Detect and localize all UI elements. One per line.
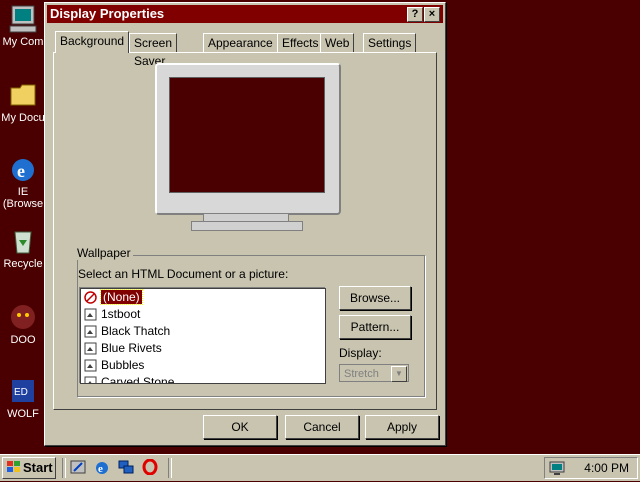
bitmap-file-icon: [84, 325, 97, 338]
tab-screen-saver[interactable]: Screen Saver: [129, 33, 178, 68]
clock[interactable]: 4:00 PM: [584, 458, 629, 478]
desktop-icon-doom[interactable]: DOO: [0, 302, 46, 346]
list-item[interactable]: (None): [81, 289, 325, 306]
display-mode-select[interactable]: Stretch ▼: [339, 364, 409, 382]
system-tray: 4:00 PM: [544, 457, 638, 479]
desktop-icon-label: Recycle: [3, 258, 43, 270]
list-item[interactable]: Bubbles: [81, 357, 325, 374]
monitor-base: [191, 221, 303, 231]
list-item-label: Carved Stone: [101, 375, 175, 384]
desktop-icon-label: My Docu: [1, 112, 45, 124]
internet-explorer-icon: e: [8, 154, 38, 184]
desktop-icon-label-2: (Browse: [2, 198, 44, 210]
list-item[interactable]: Carved Stone: [81, 374, 325, 384]
desktop-icon-ie[interactable]: e IE (Browse: [0, 154, 46, 210]
desktop-icon-my-computer[interactable]: My Com: [0, 4, 46, 48]
display-properties-window: Display Properties ? × Background Screen…: [44, 2, 446, 446]
desktop-icon-label: My Com: [2, 36, 44, 48]
svg-text:ED: ED: [14, 387, 28, 398]
list-item-label: Blue Rivets: [101, 341, 162, 355]
cancel-button[interactable]: Cancel: [285, 415, 359, 439]
taskbar-separator: [168, 458, 172, 478]
bitmap-file-icon: [84, 359, 97, 372]
list-item-label: Black Thatch: [101, 324, 171, 338]
ok-button[interactable]: OK: [203, 415, 277, 439]
list-item[interactable]: Black Thatch: [81, 323, 325, 340]
network-icon[interactable]: [118, 459, 134, 475]
tab-appearance[interactable]: Appearance: [203, 33, 278, 52]
desktop-icon-label: IE: [17, 186, 29, 198]
start-button[interactable]: Start: [2, 457, 56, 479]
desktop-icon-my-documents[interactable]: My Docu: [0, 80, 46, 124]
list-item-label: (None): [100, 289, 143, 305]
desktop-icon-label: WOLF: [7, 408, 39, 420]
tab-background[interactable]: Background: [55, 31, 130, 53]
tab-settings[interactable]: Settings: [363, 33, 417, 52]
monitor-preview: [155, 63, 341, 215]
taskbar: Start e 4:00 PM: [0, 454, 640, 481]
start-label: Start: [23, 460, 53, 475]
svg-text:e: e: [98, 463, 103, 475]
wallpaper-prompt: Select an HTML Document or a picture:: [78, 267, 289, 281]
wallpaper-preview-screen: [169, 77, 325, 193]
recycle-bin-icon: [8, 226, 38, 256]
desktop-icon-wolf[interactable]: ED WOLF: [0, 376, 46, 420]
list-item-label: Bubbles: [101, 358, 145, 372]
folder-icon: [8, 80, 38, 110]
display-label: Display:: [339, 346, 382, 360]
window-title: Display Properties: [50, 6, 165, 21]
wallpaper-group-label: Wallpaper: [75, 246, 133, 260]
desktop-icon-label: DOO: [10, 334, 36, 346]
wolfenstein-icon: ED: [8, 376, 38, 406]
bitmap-file-icon: [84, 342, 97, 355]
apply-button[interactable]: Apply: [365, 415, 439, 439]
list-item[interactable]: Blue Rivets: [81, 340, 325, 357]
title-bar[interactable]: Display Properties ? ×: [47, 5, 443, 23]
taskbar-separator: [62, 458, 66, 478]
my-computer-icon: [8, 4, 38, 34]
opera-icon[interactable]: [142, 458, 158, 476]
close-button[interactable]: ×: [424, 7, 440, 22]
chevron-down-icon: ▼: [391, 366, 407, 382]
tab-web[interactable]: Web: [320, 33, 355, 52]
display-settings-icon[interactable]: [549, 460, 565, 482]
desktop-icon-recycle-bin[interactable]: Recycle: [0, 226, 46, 270]
display-mode-value: Stretch: [344, 368, 379, 380]
tab-effects[interactable]: Effects: [277, 33, 324, 52]
list-item-label: 1stboot: [101, 307, 141, 321]
bitmap-file-icon: [84, 376, 97, 383]
list-item[interactable]: 1stboot: [81, 306, 325, 323]
none-icon: [84, 291, 97, 304]
internet-explorer-icon[interactable]: e: [94, 459, 110, 475]
wallpaper-list[interactable]: (None) 1stboot Black Thatch Blue Rivets …: [80, 288, 326, 384]
bitmap-file-icon: [84, 308, 97, 321]
show-desktop-icon[interactable]: [70, 459, 86, 475]
windows-logo-icon: [7, 459, 21, 479]
help-button[interactable]: ?: [407, 7, 423, 22]
doom-icon: [8, 302, 38, 332]
browse-button[interactable]: Browse...: [339, 286, 411, 310]
pattern-button[interactable]: Pattern...: [339, 315, 411, 339]
svg-text:e: e: [17, 161, 25, 181]
